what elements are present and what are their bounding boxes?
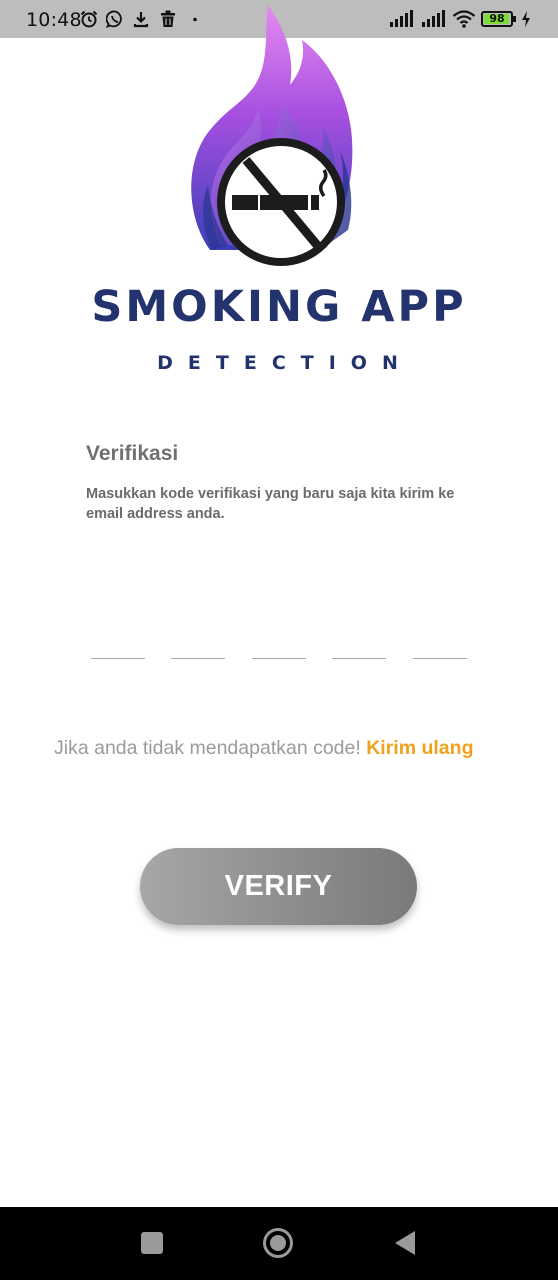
navigation-bar (0, 1207, 558, 1280)
verification-title: Verifikasi (86, 442, 179, 465)
recents-square-icon[interactable] (140, 1231, 164, 1255)
resend-prompt: Jika anda tidak mendapatkan code! Kirim … (54, 736, 494, 761)
home-circle-icon[interactable] (262, 1227, 294, 1259)
battery-icon: 98 (481, 11, 513, 27)
verify-button[interactable]: VERIFY (140, 848, 417, 925)
trash-icon (161, 10, 175, 27)
app-subtitle: DETECTION (157, 352, 413, 374)
back-triangle-icon[interactable] (393, 1230, 417, 1256)
whatsapp-icon (106, 10, 122, 28)
battery-percentage: 98 (489, 12, 505, 25)
code-digit-5-input[interactable] (413, 630, 467, 659)
app-title: SMOKING APP (91, 282, 467, 332)
status-time: 10:48 (26, 9, 82, 31)
alarm-icon (80, 10, 98, 28)
verification-description: Masukkan kode verifikasi yang baru saja … (86, 486, 455, 522)
signal-icon (390, 10, 413, 27)
resend-link[interactable]: Kirim ulang (366, 737, 473, 759)
signal-icon (422, 10, 445, 27)
wifi-icon (452, 10, 476, 28)
battery-tip (513, 16, 516, 22)
code-digit-2-input[interactable] (171, 630, 225, 659)
resend-text: Jika anda tidak mendapatkan code! (54, 737, 367, 759)
code-digit-1-input[interactable] (91, 630, 145, 659)
charging-icon (522, 11, 530, 27)
code-digit-4-input[interactable] (332, 630, 386, 659)
code-digit-3-input[interactable] (252, 630, 306, 659)
download-icon (133, 12, 149, 28)
no-smoking-flame-logo (191, 5, 353, 266)
